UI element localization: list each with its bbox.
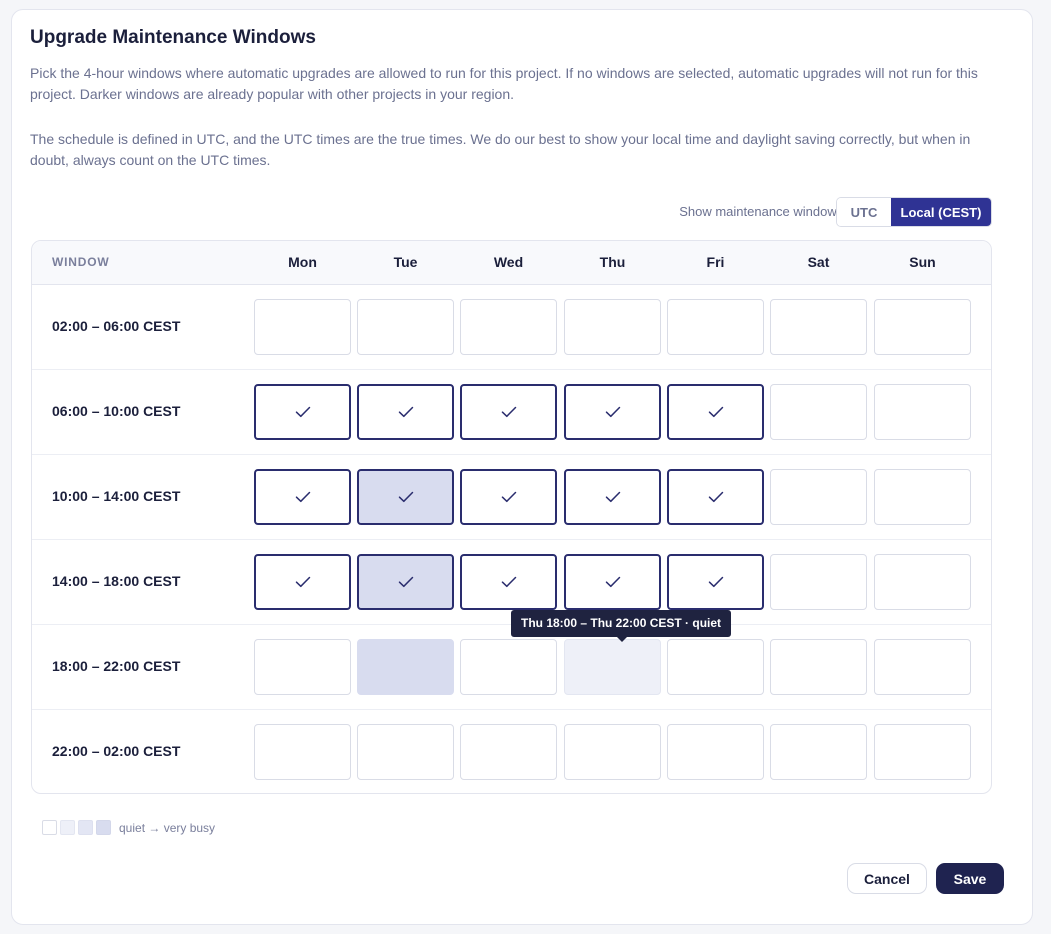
window-cell-mon[interactable] [254, 469, 351, 525]
busyness-legend: quiet → very busy [42, 820, 215, 835]
window-cell-fri[interactable] [667, 724, 764, 780]
window-cell-sat[interactable] [770, 724, 867, 780]
window-cell-fri[interactable] [667, 299, 764, 355]
timezone-utc-button[interactable]: UTC [837, 198, 891, 226]
day-header-sun: Sun [909, 254, 936, 270]
cancel-button[interactable]: Cancel [847, 863, 927, 894]
day-header-sat: Sat [807, 254, 830, 270]
window-cell-sat[interactable] [770, 384, 867, 440]
window-cell-sun[interactable] [874, 469, 971, 525]
checkmark-icon [295, 491, 310, 503]
legend-text: quiet → very busy [119, 820, 216, 835]
checkmark-icon [501, 576, 516, 588]
checkmark-icon [605, 406, 620, 418]
timezone-toggle: UTC Local (CEST) [836, 197, 992, 227]
window-cell-sun[interactable] [874, 639, 971, 695]
checkmark-icon [501, 491, 516, 503]
window-row-label: 14:00 – 18:00 CEST [52, 573, 181, 589]
window-cell-sat[interactable] [770, 299, 867, 355]
checkmark-icon [605, 491, 620, 503]
window-cell-mon[interactable] [254, 299, 351, 355]
window-row: 02:00 – 06:00 CEST [32, 285, 991, 370]
window-row: 22:00 – 02:00 CEST [32, 710, 991, 795]
window-cell-thu[interactable] [564, 384, 661, 440]
checkmark-icon [708, 576, 723, 588]
checkmark-icon [295, 576, 310, 588]
window-cell-sun[interactable] [874, 384, 971, 440]
checkmark-icon [295, 406, 310, 418]
page-title: Upgrade Maintenance Windows [30, 27, 316, 48]
window-cell-fri[interactable] [667, 639, 764, 695]
legend-swatch-medium [78, 820, 93, 835]
checkmark-icon [398, 406, 413, 418]
window-column-header: WINDOW [52, 255, 110, 269]
window-row: 10:00 – 14:00 CEST [32, 455, 991, 540]
window-cell-thu[interactable] [564, 724, 661, 780]
day-header-mon: Mon [288, 254, 317, 270]
window-cell-wed[interactable] [460, 639, 557, 695]
window-cell-sun[interactable] [874, 554, 971, 610]
description-popularity: Pick the 4-hour windows where automatic … [30, 65, 978, 102]
window-cell-tue[interactable] [357, 724, 454, 780]
checkmark-icon [605, 576, 620, 588]
window-cell-wed[interactable] [460, 299, 557, 355]
schedule-grid-header: WINDOW Mon Tue Wed Thu Fri Sat Sun [32, 241, 991, 285]
window-cell-sat[interactable] [770, 469, 867, 525]
window-cell-fri[interactable] [667, 469, 764, 525]
window-cell-wed[interactable] [460, 554, 557, 610]
window-cell-mon[interactable] [254, 554, 351, 610]
window-tooltip: Thu 18:00 – Thu 22:00 CEST · quiet [511, 610, 732, 642]
window-cell-thu[interactable] [564, 554, 661, 610]
window-row-label: 02:00 – 06:00 CEST [52, 318, 181, 334]
schedule-grid: WINDOW Mon Tue Wed Thu Fri Sat Sun 02:00… [31, 240, 992, 794]
day-header-wed: Wed [493, 254, 524, 270]
window-cell-thu[interactable] [564, 299, 661, 355]
checkmark-icon [708, 406, 723, 418]
legend-swatch-low [60, 820, 75, 835]
window-cell-sat[interactable] [770, 554, 867, 610]
window-cell-tue[interactable] [357, 299, 454, 355]
day-header-thu: Thu [599, 254, 626, 270]
window-cell-tue[interactable] [357, 384, 454, 440]
window-row-label: 18:00 – 22:00 CEST [52, 658, 181, 674]
window-cell-fri[interactable] [667, 554, 764, 610]
window-row-label: 06:00 – 10:00 CEST [52, 403, 181, 419]
legend-swatch-busy [96, 820, 111, 835]
window-cell-sun[interactable] [874, 299, 971, 355]
checkmark-icon [398, 576, 413, 588]
window-cell-fri[interactable] [667, 384, 764, 440]
window-cell-mon[interactable] [254, 724, 351, 780]
timezone-local-button[interactable]: Local (CEST) [891, 198, 991, 226]
window-cell-wed[interactable] [460, 384, 557, 440]
window-cell-tue[interactable] [357, 639, 454, 695]
day-header-tue: Tue [393, 254, 418, 270]
window-cell-mon[interactable] [254, 384, 351, 440]
window-cell-sun[interactable] [874, 724, 971, 780]
save-button[interactable]: Save [936, 863, 1004, 894]
window-cell-wed[interactable] [460, 724, 557, 780]
checkmark-icon [501, 406, 516, 418]
legend-swatch-quiet [42, 820, 57, 835]
window-cell-tue[interactable] [357, 469, 454, 525]
description-utc-note: The schedule is defined in UTC, and the … [30, 131, 971, 168]
checkmark-icon [398, 491, 413, 503]
window-row-label: 22:00 – 02:00 CEST [52, 743, 181, 759]
day-header-fri: Fri [706, 254, 725, 270]
timezone-toggle-label: Show maintenance windows in [679, 204, 857, 219]
window-row-label: 10:00 – 14:00 CEST [52, 488, 181, 504]
window-cell-thu[interactable] [564, 639, 661, 695]
window-cell-tue[interactable] [357, 554, 454, 610]
window-row: 18:00 – 22:00 CEST [32, 625, 991, 710]
window-cell-mon[interactable] [254, 639, 351, 695]
checkmark-icon [708, 491, 723, 503]
window-cell-wed[interactable] [460, 469, 557, 525]
window-cell-thu[interactable] [564, 469, 661, 525]
window-row: 06:00 – 10:00 CEST [32, 370, 991, 455]
window-cell-sat[interactable] [770, 639, 867, 695]
